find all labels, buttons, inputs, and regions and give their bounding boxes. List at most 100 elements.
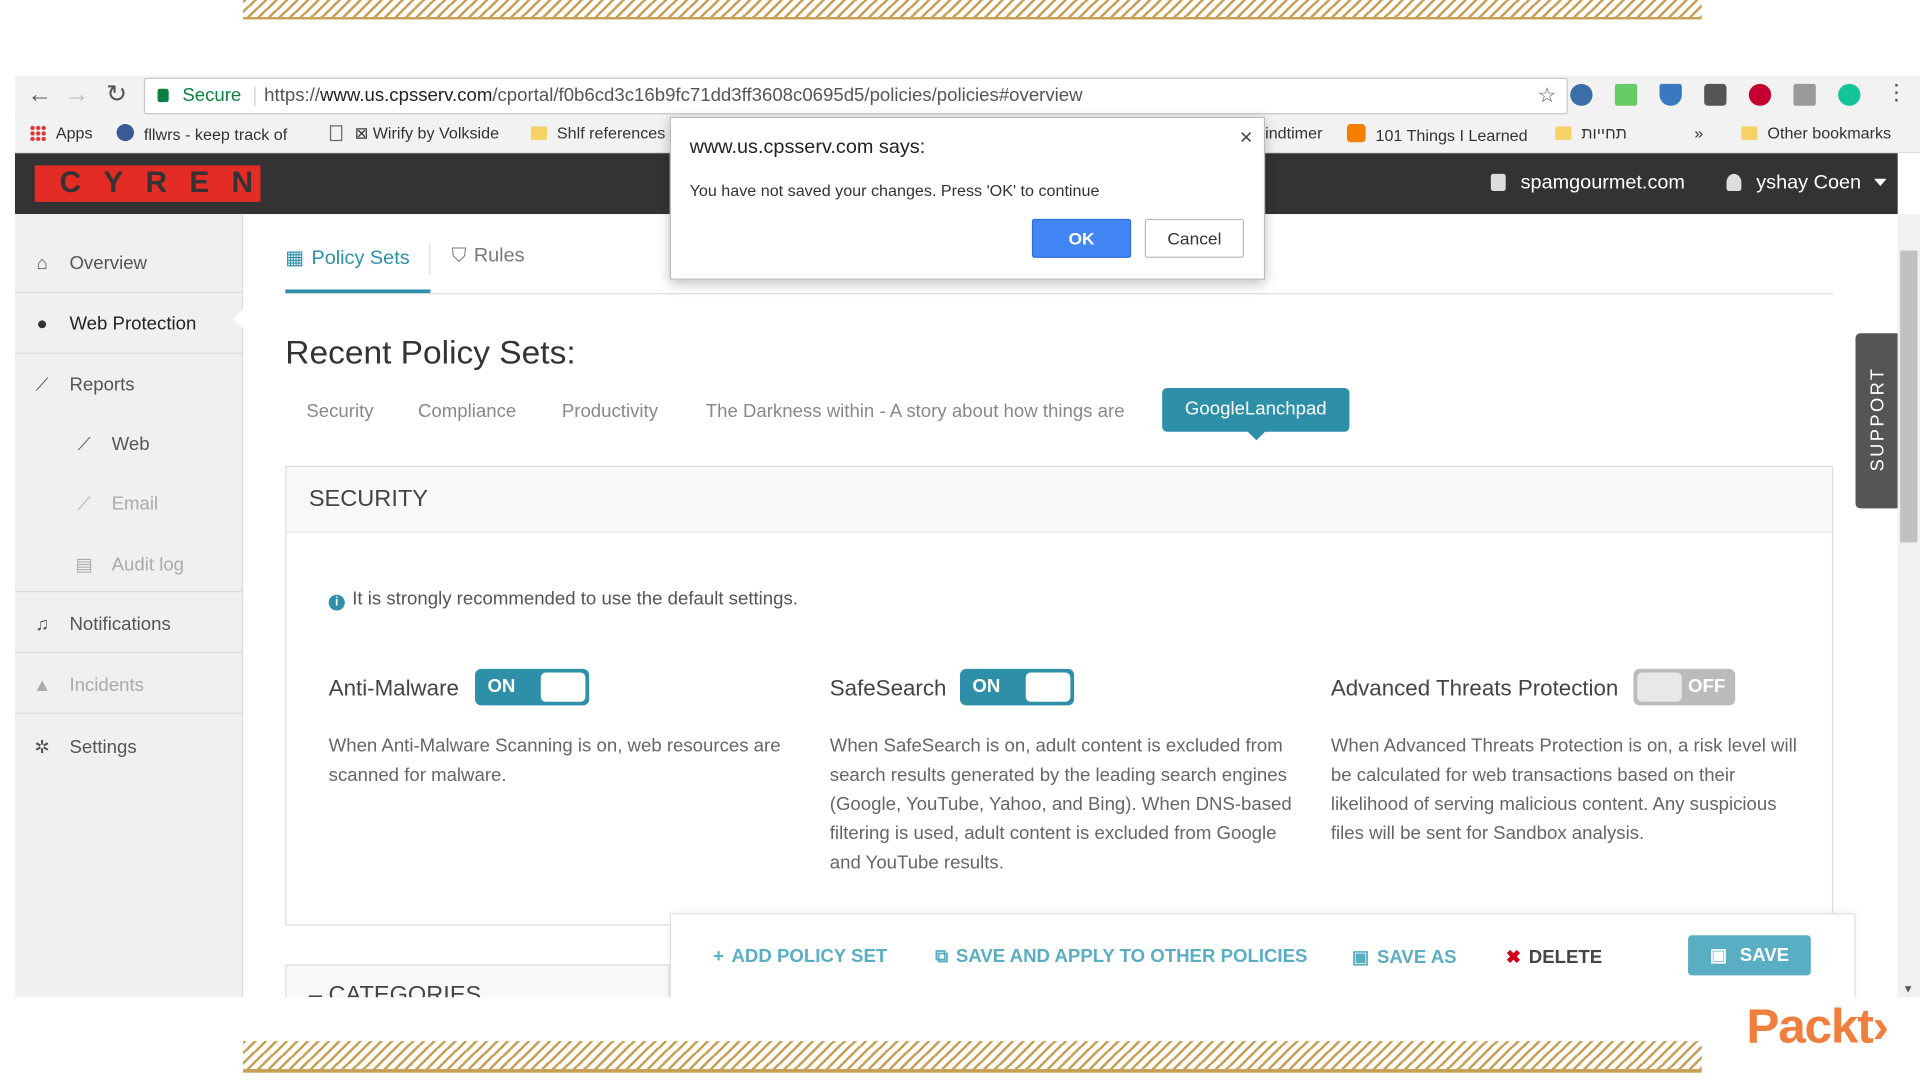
sidebar-item-incidents[interactable]: ▲ Incidents <box>15 675 243 696</box>
ok-button[interactable]: OK <box>1031 218 1132 258</box>
page-title: Recent Policy Sets: <box>285 334 576 371</box>
bookmark-wirify-label: ⊠ Wirify by Volkside <box>354 124 500 143</box>
close-icon: ✖ <box>1505 947 1522 969</box>
user-menu[interactable]: yshay Coen <box>1726 173 1886 195</box>
building-icon <box>1490 173 1506 191</box>
video-frame: ← → ↻ Secure https://www.us.cpsserv.com/… <box>0 0 1920 1080</box>
extension-v-icon[interactable] <box>1659 83 1682 106</box>
info-icon: i <box>328 594 345 611</box>
toggle-state: ON <box>972 676 1001 697</box>
toggle-knob <box>540 672 586 702</box>
sidebar-item-web-protection[interactable]: ● Web Protection <box>15 314 243 335</box>
save-button[interactable]: ▣ SAVE <box>1688 935 1811 976</box>
address-bar[interactable]: Secure https://www.us.cpsserv.com/cporta… <box>143 77 1568 115</box>
chart-line-icon: ⟋ <box>35 374 49 396</box>
bookmark-mindtimer[interactable]: indtimer <box>1265 124 1322 142</box>
toggle-knob <box>1637 672 1682 702</box>
sidebar-item-notifications[interactable]: ♫ Notifications <box>15 614 243 635</box>
active-item-indicator <box>233 307 245 330</box>
web-report-icon: ⟋ <box>77 434 91 455</box>
policy-set-security[interactable]: Security <box>306 401 373 422</box>
fllwrs-icon <box>116 124 134 142</box>
browser-menu-icon[interactable]: ⋮ <box>1885 80 1907 106</box>
feature-description: When Advanced Threats Protection is on, … <box>1330 735 1797 845</box>
tab-rules[interactable]: ⛉ Rules <box>451 246 524 268</box>
sidebar-item-label: Web Protection <box>69 313 197 335</box>
chevron-down-icon <box>1873 178 1886 187</box>
cyren-logo[interactable]: CYREN <box>34 165 261 202</box>
tab-label: Rules <box>473 245 525 267</box>
folder-icon <box>530 126 547 140</box>
feature-name: Anti-Malware <box>328 676 459 701</box>
sidebar-item-label: Reports <box>69 374 135 396</box>
save-and-apply-button[interactable]: ⧉ SAVE AND APPLY TO OTHER POLICIES <box>935 946 1307 967</box>
gear-icon: ✲ <box>34 737 50 758</box>
bookmark-apps[interactable]: Apps <box>29 124 93 142</box>
recommendation-notice: i It is strongly recommended to use the d… <box>328 588 798 611</box>
close-icon[interactable]: × <box>1240 125 1253 151</box>
toggle-state: OFF <box>1688 676 1726 697</box>
tab-label: Policy Sets <box>311 248 410 269</box>
sidebar-item-web[interactable]: ⟋ Web <box>15 434 243 455</box>
button-label: DELETE <box>1528 947 1603 969</box>
extension-new-icon[interactable] <box>1614 83 1638 106</box>
bookmark-101-things[interactable]: 101 Things I Learned <box>1346 124 1528 145</box>
url-text: https://www.us.cpsserv.com/cportal/f0b6c… <box>264 79 1082 113</box>
packt-watermark-logo: Packt› <box>1746 999 1889 1054</box>
scroll-down-arrow-icon[interactable]: ▼ <box>1903 983 1914 995</box>
policy-set-googlelanchpad[interactable]: GoogleLanchpad <box>1162 387 1350 432</box>
notice-text: It is strongly recommended to use the de… <box>352 588 798 610</box>
page-scrollbar[interactable]: ▼ <box>1897 214 1920 998</box>
bookmarks-overflow-chevron[interactable]: » <box>1694 124 1703 142</box>
delete-button[interactable]: ✖ DELETE <box>1506 946 1602 968</box>
url-path: /cportal/f0b6cd3c16b9fc71dd3ff3608c0695d… <box>492 85 1083 106</box>
bottom-decorative-border <box>243 1041 1702 1073</box>
extension-clip-icon[interactable] <box>1793 83 1816 106</box>
sidebar-item-reports[interactable]: ⟋ Reports <box>15 375 243 396</box>
button-label: SAVE AS <box>1376 947 1457 969</box>
extension-red-icon[interactable] <box>1748 83 1772 106</box>
bookmark-fllwrs[interactable]: fllwrs - keep track of <box>116 124 288 144</box>
tab-policy-sets[interactable]: ▦ Policy Sets <box>285 246 409 270</box>
sidebar-item-overview[interactable]: ⌂ Overview <box>15 253 243 274</box>
advanced-threats-toggle[interactable]: OFF <box>1633 668 1736 706</box>
sidebar-item-label: Notifications <box>69 614 171 635</box>
bookmark-mindtimer-label: indtimer <box>1265 124 1323 143</box>
sidebar-item-settings[interactable]: ✲ Settings <box>15 736 243 758</box>
bookmark-star-icon[interactable]: ☆ <box>1538 79 1557 113</box>
cancel-button[interactable]: Cancel <box>1144 218 1245 258</box>
anti-malware-toggle[interactable]: ON <box>475 668 590 706</box>
forward-arrow-icon[interactable]: → <box>62 80 92 109</box>
safesearch-toggle[interactable]: ON <box>959 668 1075 706</box>
save-as-button[interactable]: ▣ SAVE AS <box>1352 946 1457 968</box>
scrollbar-thumb[interactable] <box>1900 250 1918 543</box>
sidebar-item-audit-log[interactable]: ▤ Audit log <box>15 553 243 576</box>
sidebar-item-label: Overview <box>69 252 147 274</box>
pocket-icon[interactable] <box>1704 83 1727 106</box>
active-policy-pointer <box>1246 430 1267 441</box>
action-bar: + ADD POLICY SET ⧉ SAVE AND APPLY TO OTHER… <box>669 913 1856 998</box>
support-tab[interactable]: SUPPORT <box>1855 333 1898 509</box>
top-decorative-border <box>243 0 1702 20</box>
bookmark-other[interactable]: Other bookmarks <box>1741 124 1891 142</box>
policy-set-productivity[interactable]: Productivity <box>562 401 658 422</box>
bookmark-hebrew[interactable]: תחייות <box>1555 124 1627 142</box>
back-arrow-icon[interactable]: ← <box>25 80 55 109</box>
policy-set-darkness-within[interactable]: The Darkness within - A story about how … <box>706 401 1125 422</box>
plus-icon: + <box>713 946 725 967</box>
url-host: www.us.cpsserv.com <box>320 85 493 106</box>
categories-section-header[interactable]: – CATEGORIES <box>285 964 670 998</box>
building-icon: ▦ <box>285 248 305 269</box>
domain-selector[interactable]: spamgourmet.com <box>1490 173 1685 195</box>
bookmark-wirify[interactable]: ⊠ Wirify by Volkside <box>329 124 500 143</box>
extension-circle-icon[interactable] <box>1570 83 1593 106</box>
reload-icon[interactable]: ↻ <box>102 80 132 109</box>
panel-title: SECURITY <box>286 467 1832 533</box>
add-policy-set-button[interactable]: + ADD POLICY SET <box>713 946 887 967</box>
policy-set-compliance[interactable]: Compliance <box>418 401 516 422</box>
bookmark-shlf[interactable]: Shlf references <box>530 124 665 142</box>
grammarly-icon[interactable] <box>1838 83 1861 106</box>
browser-window: ← → ↻ Secure https://www.us.cpsserv.com/… <box>14 75 1920 998</box>
bookmark-101-things-label: 101 Things I Learned <box>1375 126 1528 145</box>
sidebar-item-email[interactable]: ⟋ Email <box>15 494 243 515</box>
